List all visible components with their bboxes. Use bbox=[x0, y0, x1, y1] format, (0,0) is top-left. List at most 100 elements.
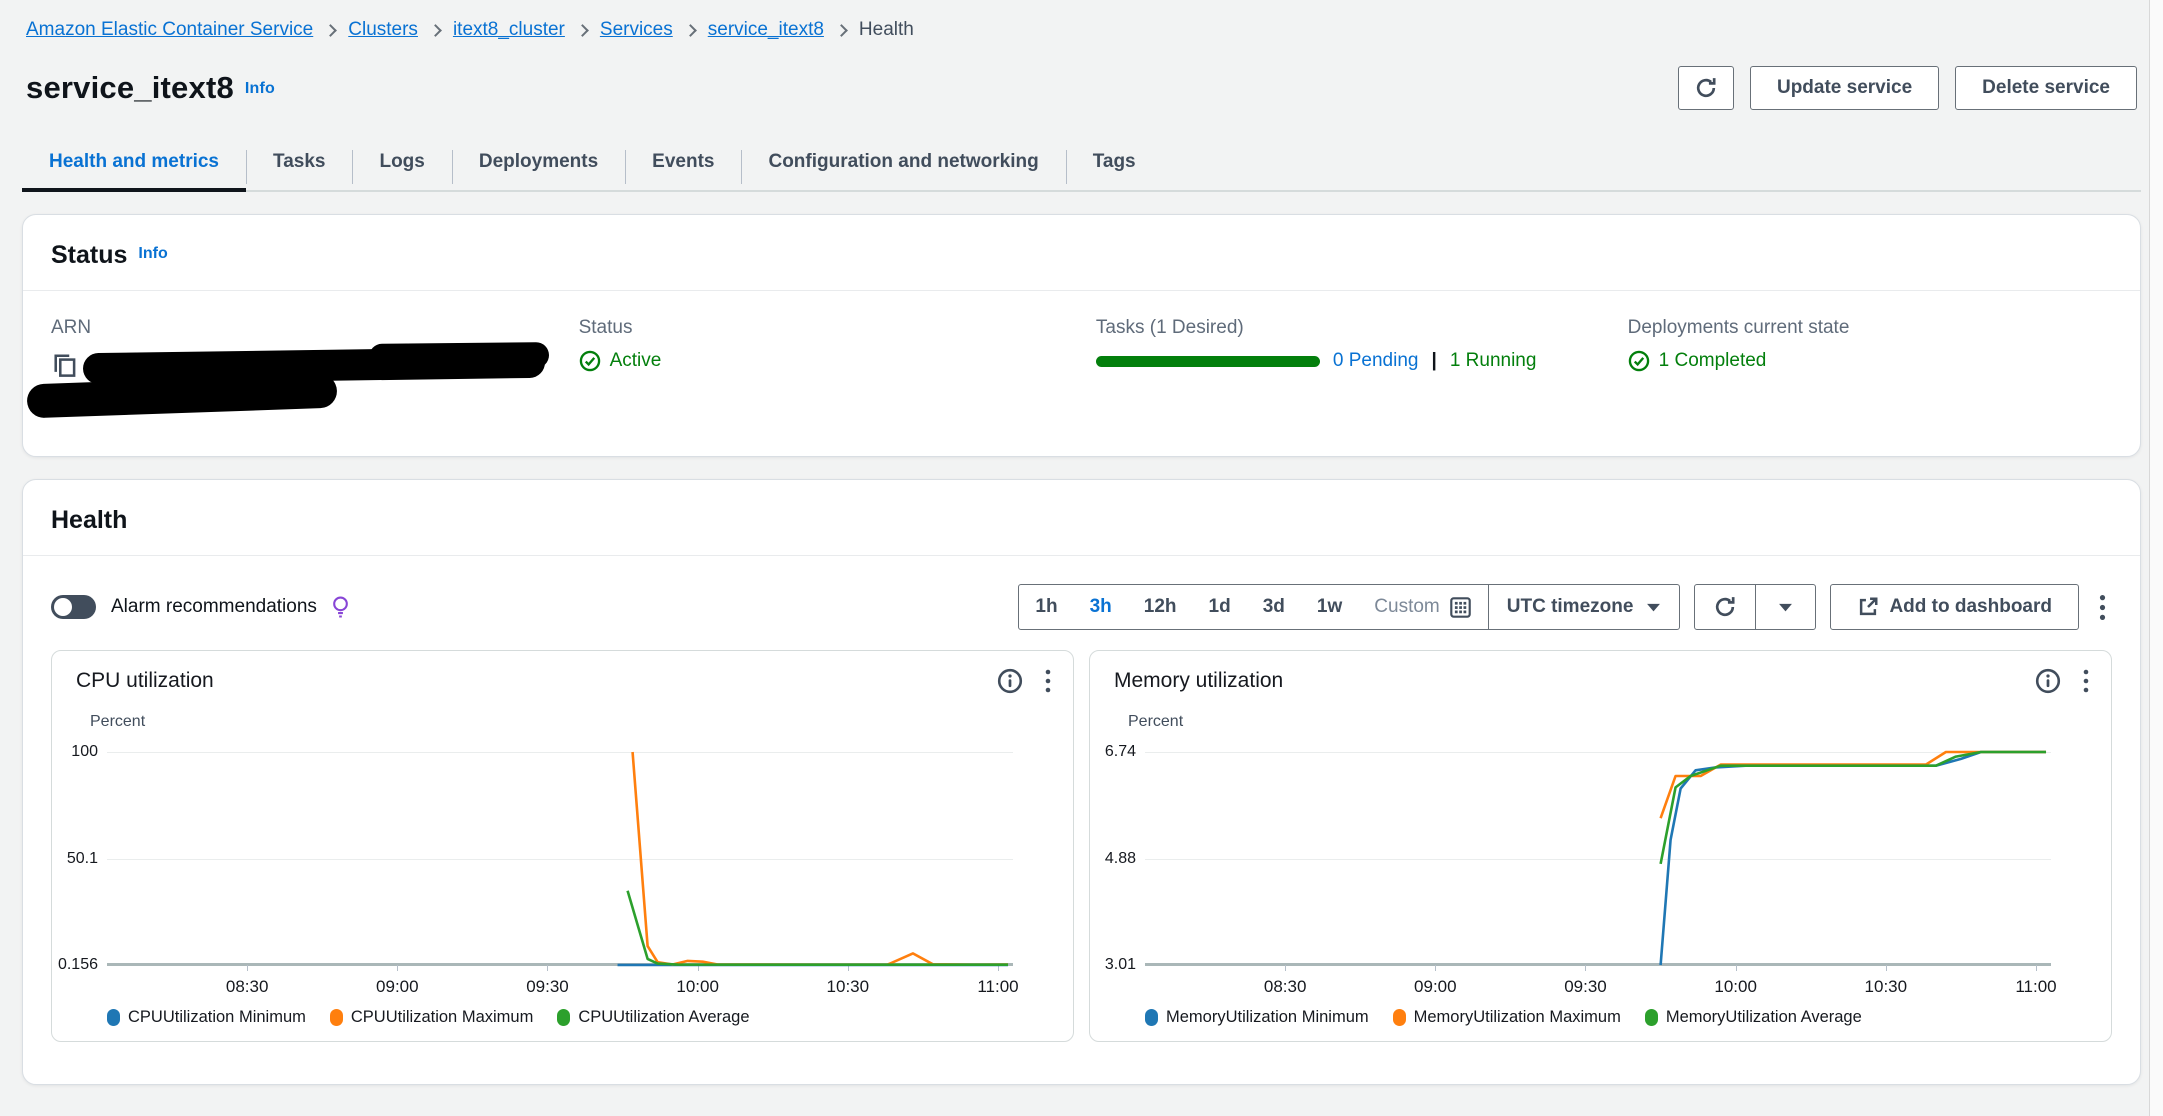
tab-logs[interactable]: Logs bbox=[352, 138, 451, 190]
breadcrumb: Amazon Elastic Container Service Clusters… bbox=[22, 0, 2141, 41]
timezone-dropdown[interactable]: UTC timezone bbox=[1489, 585, 1680, 629]
health-panel-title: Health bbox=[51, 506, 127, 534]
time-range-3h[interactable]: 3h bbox=[1074, 585, 1128, 629]
breadcrumb-chevron-icon bbox=[429, 24, 442, 37]
delete-service-button[interactable]: Delete service bbox=[1955, 66, 2137, 110]
status-value: Active bbox=[610, 350, 662, 372]
legend-item-cpuutilization-minimum[interactable]: CPUUtilization Minimum bbox=[107, 1008, 306, 1027]
success-check-icon bbox=[1628, 350, 1650, 372]
service-name: service_itext8 bbox=[26, 70, 234, 105]
copy-icon[interactable] bbox=[51, 352, 78, 384]
y-axis-tick-label: 0.156 bbox=[52, 956, 98, 974]
update-service-button[interactable]: Update service bbox=[1750, 66, 1939, 110]
chart-title: CPU utilization bbox=[76, 669, 214, 693]
legend-item-cpuutilization-maximum[interactable]: CPUUtilization Maximum bbox=[330, 1008, 533, 1027]
chart-refresh-button[interactable] bbox=[1695, 585, 1755, 629]
info-icon[interactable] bbox=[2035, 668, 2061, 694]
status-info-link[interactable]: Info bbox=[138, 245, 167, 262]
page-title: service_itext8 Info bbox=[26, 70, 275, 106]
legend-label: CPUUtilization Minimum bbox=[128, 1008, 306, 1027]
add-to-dashboard-button[interactable]: Add to dashboard bbox=[1830, 584, 2079, 630]
x-axis-tick-label: 09:30 bbox=[526, 977, 569, 997]
kebab-menu-icon[interactable] bbox=[1045, 669, 1051, 693]
tab-deployments[interactable]: Deployments bbox=[452, 138, 625, 190]
legend-marker bbox=[107, 1009, 120, 1026]
custom-range-label: Custom bbox=[1374, 585, 1439, 629]
title-info-link[interactable]: Info bbox=[245, 80, 275, 97]
breadcrumb-item-health: Health bbox=[859, 19, 914, 41]
tab-tasks[interactable]: Tasks bbox=[246, 138, 352, 190]
series-line-memoryutilization-average bbox=[1661, 752, 2046, 864]
deployments-field: Deployments current state 1 Completed bbox=[1628, 317, 2112, 418]
legend-label: MemoryUtilization Minimum bbox=[1166, 1008, 1369, 1027]
legend-label: CPUUtilization Maximum bbox=[351, 1008, 533, 1027]
series-line-memoryutilization-maximum bbox=[1661, 752, 2046, 818]
legend-item-memoryutilization-maximum[interactable]: MemoryUtilization Maximum bbox=[1393, 1008, 1621, 1027]
tab-health-and-metrics[interactable]: Health and metrics bbox=[22, 138, 246, 190]
x-axis-tick-mark bbox=[1886, 965, 1887, 971]
y-axis-tick-label: 50.1 bbox=[52, 850, 98, 868]
breadcrumb-item-amazon-elastic-container-service[interactable]: Amazon Elastic Container Service bbox=[26, 19, 313, 41]
x-axis-tick-label: 11:00 bbox=[2015, 977, 2056, 997]
refresh-icon bbox=[1713, 595, 1737, 619]
x-axis-tick-label: 10:00 bbox=[1714, 977, 1757, 997]
kebab-menu-icon[interactable] bbox=[2083, 669, 2089, 693]
external-link-icon bbox=[1857, 596, 1879, 618]
chart-legend: MemoryUtilization Minimum MemoryUtilizati… bbox=[1145, 1008, 1862, 1027]
tab-bar: Health and metricsTasksLogsDeploymentsEv… bbox=[22, 138, 2141, 192]
breadcrumb-item-services[interactable]: Services bbox=[600, 19, 673, 41]
y-axis-tick-label: 100 bbox=[52, 743, 98, 761]
legend-marker bbox=[330, 1009, 343, 1026]
custom-range-button[interactable]: Custom bbox=[1358, 585, 1477, 629]
legend-marker bbox=[557, 1009, 570, 1026]
x-axis-tick-label: 10:30 bbox=[827, 977, 870, 997]
breadcrumb-item-service-itext8[interactable]: service_itext8 bbox=[708, 19, 824, 41]
time-range-1w[interactable]: 1w bbox=[1301, 585, 1358, 629]
tasks-running: 1 Running bbox=[1450, 350, 1537, 372]
tab-tags[interactable]: Tags bbox=[1066, 138, 1163, 190]
deployments-value: 1 Completed bbox=[1659, 350, 1767, 372]
time-range-12h[interactable]: 12h bbox=[1128, 585, 1193, 629]
status-panel-title: Status bbox=[51, 241, 127, 269]
chart-plot: 10050.10.15608:3009:0009:3010:0010:3011:… bbox=[107, 752, 1013, 965]
chart-series-svg bbox=[1145, 752, 2051, 965]
refresh-button[interactable] bbox=[1678, 66, 1734, 110]
tab-configuration-and-networking[interactable]: Configuration and networking bbox=[741, 138, 1065, 190]
x-axis-tick-label: 09:30 bbox=[1564, 977, 1607, 997]
time-range-1d[interactable]: 1d bbox=[1193, 585, 1247, 629]
arn-field: ARN bbox=[51, 317, 579, 418]
health-kebab-menu[interactable] bbox=[2093, 590, 2112, 625]
scrollbar-track[interactable] bbox=[2149, 0, 2163, 1116]
calendar-grid-icon bbox=[1449, 596, 1472, 619]
status-label: Status bbox=[579, 317, 1096, 339]
lightbulb-icon[interactable] bbox=[332, 595, 349, 620]
breadcrumb-chevron-icon bbox=[835, 24, 848, 37]
time-range-3d[interactable]: 3d bbox=[1247, 585, 1301, 629]
y-axis-tick-label: 4.88 bbox=[1090, 850, 1136, 868]
info-icon[interactable] bbox=[997, 668, 1023, 694]
breadcrumb-chevron-icon bbox=[576, 24, 589, 37]
legend-marker bbox=[1645, 1009, 1658, 1026]
x-axis-tick-mark bbox=[1285, 965, 1286, 971]
tab-events[interactable]: Events bbox=[625, 138, 741, 190]
arn-value bbox=[51, 348, 579, 418]
x-axis-tick-label: 08:30 bbox=[226, 977, 269, 997]
legend-item-memoryutilization-average[interactable]: MemoryUtilization Average bbox=[1645, 1008, 1862, 1027]
alarm-recommendations-toggle[interactable] bbox=[51, 595, 96, 619]
tasks-label: Tasks (1 Desired) bbox=[1096, 317, 1628, 339]
x-axis-tick-label: 09:00 bbox=[376, 977, 419, 997]
breadcrumb-item-itext8-cluster[interactable]: itext8_cluster bbox=[453, 19, 565, 41]
status-panel: Status Info ARN Status bbox=[22, 214, 2141, 457]
legend-item-memoryutilization-minimum[interactable]: MemoryUtilization Minimum bbox=[1145, 1008, 1369, 1027]
legend-label: MemoryUtilization Average bbox=[1666, 1008, 1862, 1027]
cpu-utilization-chart: CPU utilization Percent 10050.10.15608:3… bbox=[51, 650, 1074, 1042]
legend-item-cpuutilization-average[interactable]: CPUUtilization Average bbox=[557, 1008, 749, 1027]
chart-unit-label: Percent bbox=[1128, 713, 1183, 731]
time-range-1h[interactable]: 1h bbox=[1019, 585, 1073, 629]
breadcrumb-item-clusters[interactable]: Clusters bbox=[348, 19, 418, 41]
redacted-arn bbox=[369, 342, 549, 370]
refresh-options-button[interactable] bbox=[1755, 585, 1815, 629]
legend-marker bbox=[1393, 1009, 1406, 1026]
x-axis-tick-mark bbox=[397, 965, 398, 971]
x-axis-tick-mark bbox=[547, 965, 548, 971]
